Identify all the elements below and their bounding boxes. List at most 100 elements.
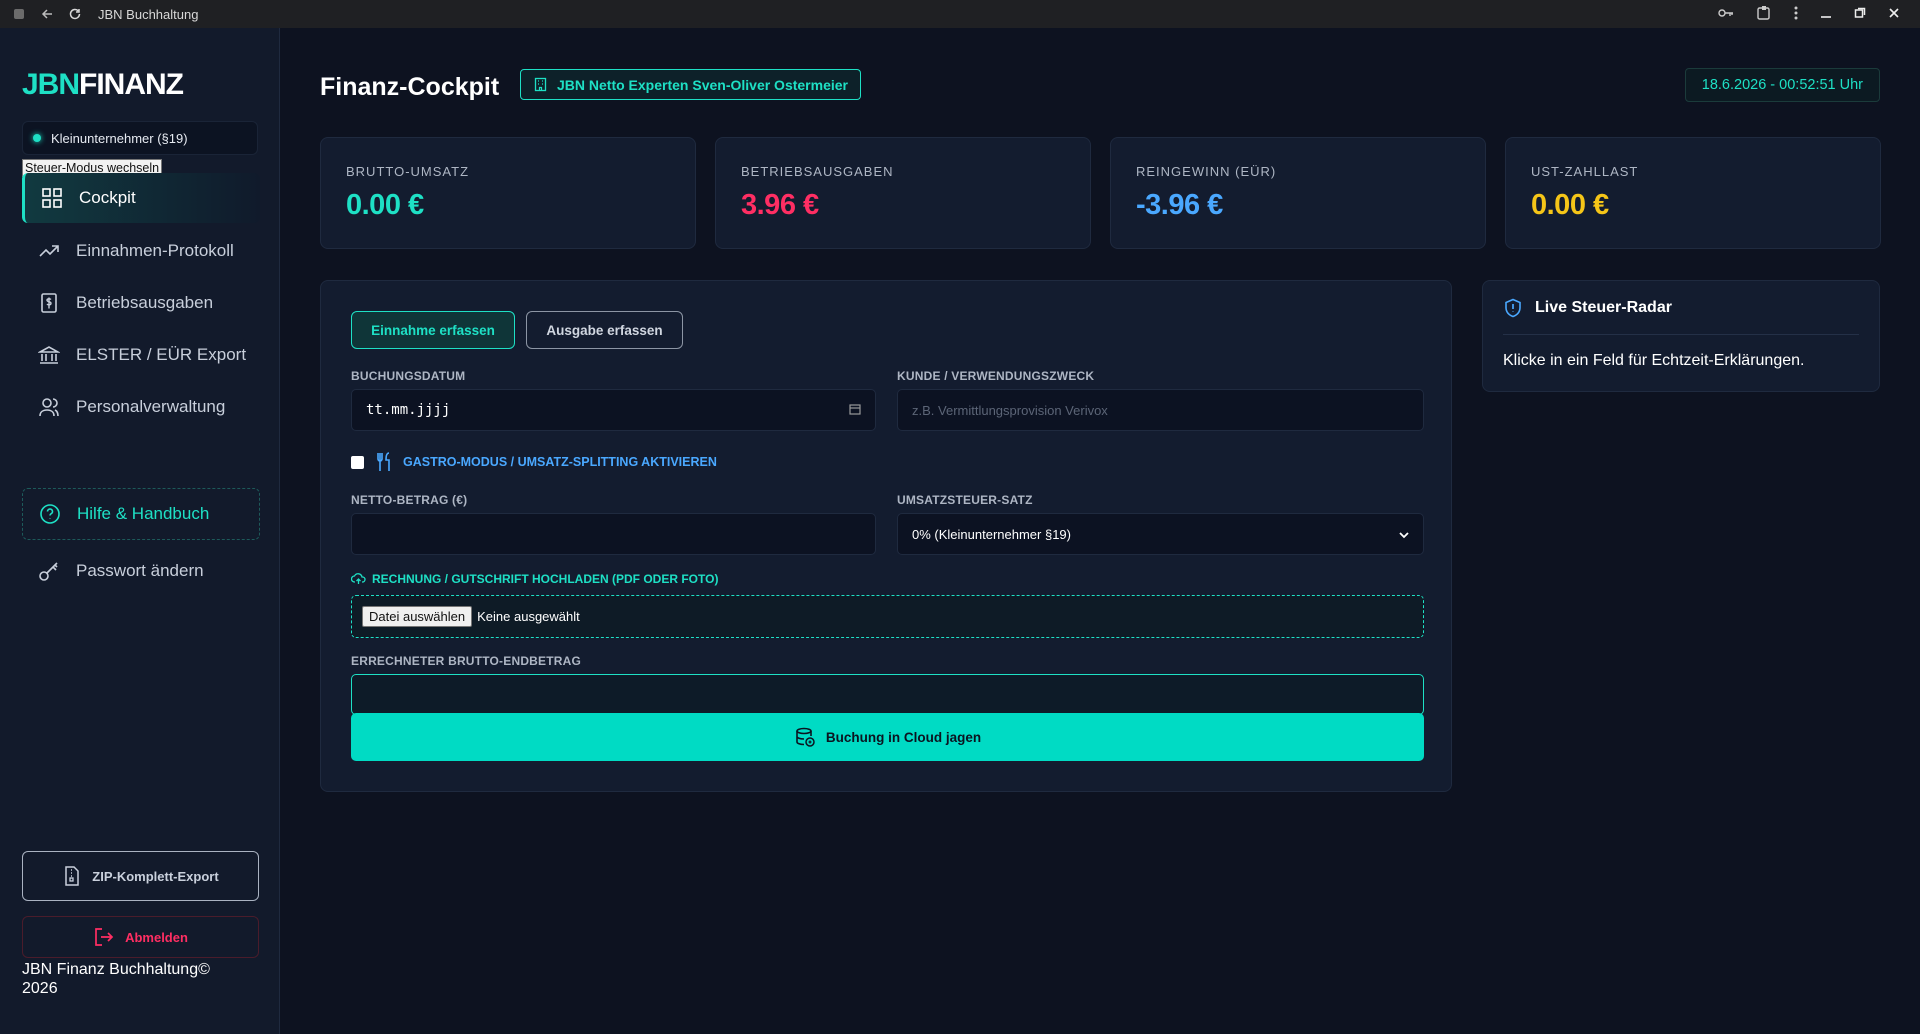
submit-booking-button[interactable]: Buchung in Cloud jagen (351, 713, 1424, 761)
stat-label: BETRIEBSAUSGABEN (741, 164, 894, 179)
users-icon (39, 398, 59, 417)
database-sync-icon (796, 727, 815, 747)
status-dot-icon (33, 134, 41, 142)
file-upload-zone[interactable]: Datei auswählen Keine ausgewählt (351, 595, 1424, 638)
nav-label: Cockpit (79, 188, 136, 207)
nav-label: Betriebsausgaben (76, 293, 214, 312)
zip-export-label: ZIP-Komplett-Export (92, 868, 219, 884)
minimize-icon[interactable] (1820, 7, 1832, 22)
shield-icon (1505, 298, 1521, 317)
date-input[interactable]: tt.mm.jjjj (351, 389, 876, 431)
tax-mode-label: Kleinunternehmer (§19) (51, 130, 188, 146)
stat-value: 3.96 € (741, 189, 819, 221)
stat-label: REINGEWINN (EÜR) (1136, 164, 1277, 179)
menu-dots-icon[interactable] (1794, 6, 1798, 23)
stat-card-reingewinn: REINGEWINN (EÜR) -3.96 € (1110, 137, 1486, 249)
close-window-icon[interactable] (1888, 7, 1900, 22)
nav-item-help[interactable]: Hilfe & Handbuch (22, 488, 260, 540)
submit-label: Buchung in Cloud jagen (825, 729, 982, 745)
cutlery-icon (377, 452, 390, 471)
choose-file-button[interactable]: Datei auswählen (362, 606, 473, 627)
tab-expense[interactable]: Ausgabe erfassen (526, 311, 683, 349)
reload-icon[interactable] (66, 5, 84, 23)
gross-amount-field (351, 674, 1424, 715)
cloud-upload-icon (351, 573, 366, 584)
chevron-down-icon (1399, 527, 1409, 542)
calendar-icon[interactable] (849, 403, 861, 418)
tax-radar-header: Live Steuer-Radar (1503, 281, 1859, 335)
stat-label: UST-ZAHLLAST (1531, 164, 1639, 179)
file-zip-icon (65, 866, 80, 886)
customer-label: KUNDE / VERWENDUNGSZWECK (897, 369, 1095, 383)
nav-item-einnahmen[interactable]: Einnahmen-Protokoll (22, 226, 260, 276)
stat-card-ust-zahllast: UST-ZAHLLAST 0.00 € (1505, 137, 1881, 249)
logo-part-jbn: JBN (22, 68, 80, 101)
nav-item-betriebsausgaben[interactable]: Betriebsausgaben (22, 278, 260, 328)
key-icon (39, 562, 58, 581)
gastro-checkbox[interactable] (351, 455, 364, 469)
stat-value: 0.00 € (346, 189, 424, 221)
gastro-label: GASTRO-MODUS / UMSATZ-SPLITTING AKTIVIER… (403, 455, 717, 469)
net-amount-input[interactable] (351, 513, 876, 555)
date-label: BUCHUNGSDATUM (351, 369, 466, 383)
clock-display: 18.6.2026 - 00:52:51 Uhr (1684, 68, 1880, 102)
footer-copyright: JBN Finanz Buchhaltung© 2026 (22, 961, 210, 997)
tax-radar-card: Live Steuer-Radar Klicke in ein Feld für… (1482, 280, 1880, 392)
upload-label: RECHNUNG / GUTSCHRIFT HOCHLADEN (PDF ODE… (351, 571, 718, 586)
date-value: tt.mm.jjjj (366, 402, 451, 418)
browser-title: JBN Buchhaltung (98, 6, 199, 22)
logo: JBNFINANZ (22, 68, 184, 102)
gastro-mode-toggle[interactable]: GASTRO-MODUS / UMSATZ-SPLITTING AKTIVIER… (351, 451, 717, 473)
receipt-icon (41, 293, 57, 313)
file-status: Keine ausgewählt (477, 609, 580, 624)
booking-form-card: Einnahme erfassen Ausgabe erfassen BUCHU… (320, 280, 1452, 792)
logout-button[interactable]: Abmelden (22, 916, 259, 958)
nav-item-personalverwaltung[interactable]: Personalverwaltung (22, 382, 260, 432)
key-manager-icon[interactable] (1718, 7, 1734, 22)
stat-label: BRUTTO-UMSATZ (346, 164, 470, 179)
stat-value: -3.96 € (1136, 189, 1223, 221)
nav-item-cockpit[interactable]: Cockpit (22, 173, 260, 223)
net-amount-label: NETTO-BETRAG (€) (351, 493, 468, 507)
bank-icon (38, 346, 60, 364)
maximize-icon[interactable] (1854, 7, 1866, 22)
building-icon (534, 77, 547, 92)
tax-mode-indicator: Kleinunternehmer (§19) (22, 121, 258, 155)
gross-amount-label: ERRECHNETER BRUTTO-ENDBETRAG (351, 654, 582, 668)
vat-rate-label: UMSATZSTEUER-SATZ (897, 493, 1033, 507)
tab-income[interactable]: Einnahme erfassen (351, 311, 515, 349)
stat-card-betriebsausgaben: BETRIEBSAUSGABEN 3.96 € (715, 137, 1091, 249)
stat-value: 0.00 € (1531, 189, 1609, 221)
nav-label: Personalverwaltung (76, 397, 226, 416)
back-arrow-icon[interactable] (38, 5, 56, 23)
logout-icon (95, 928, 114, 946)
browser-titlebar: JBN Buchhaltung (0, 0, 1920, 28)
nav-label: ELSTER / EÜR Export (76, 345, 247, 364)
logout-label: Abmelden (125, 929, 188, 945)
nav-label: Einnahmen-Protokoll (76, 241, 234, 260)
help-icon (40, 504, 60, 524)
customer-input[interactable]: z.B. Vermittlungsprovision Verivox (897, 389, 1424, 431)
main-content: Finanz-Cockpit JBN Netto Experten Sven-O… (280, 28, 1920, 1034)
nav-item-password[interactable]: Passwort ändern (22, 546, 260, 596)
customer-placeholder: z.B. Vermittlungsprovision Verivox (912, 402, 1108, 418)
vat-rate-value: 0% (Kleinunternehmer §19) (912, 526, 1071, 542)
company-name: JBN Netto Experten Sven-Oliver Ostermeie… (557, 76, 848, 93)
nav-item-elster-export[interactable]: ELSTER / EÜR Export (22, 330, 260, 380)
grid-icon (42, 188, 62, 208)
vat-rate-select[interactable]: 0% (Kleinunternehmer §19) (897, 513, 1424, 555)
zip-export-button[interactable]: ZIP-Komplett-Export (22, 851, 259, 901)
extensions-icon[interactable] (1756, 5, 1772, 24)
app-icon (10, 5, 28, 23)
sidebar: JBNFINANZ Kleinunternehmer (§19) Steuer-… (0, 28, 280, 1034)
upload-label-text: RECHNUNG / GUTSCHRIFT HOCHLADEN (PDF ODE… (372, 571, 719, 586)
trend-up-icon (39, 245, 59, 257)
stat-card-brutto-umsatz: BRUTTO-UMSATZ 0.00 € (320, 137, 696, 249)
nav-label: Hilfe & Handbuch (77, 504, 210, 523)
logo-part-finanz: FINANZ (79, 68, 184, 101)
nav-label: Passwort ändern (76, 561, 204, 580)
page-title: Finanz-Cockpit (320, 73, 500, 101)
tax-radar-text: Klicke in ein Feld für Echtzeit-Erklärun… (1503, 352, 1805, 369)
company-badge: JBN Netto Experten Sven-Oliver Ostermeie… (520, 69, 861, 100)
tax-radar-title: Live Steuer-Radar (1535, 298, 1672, 316)
